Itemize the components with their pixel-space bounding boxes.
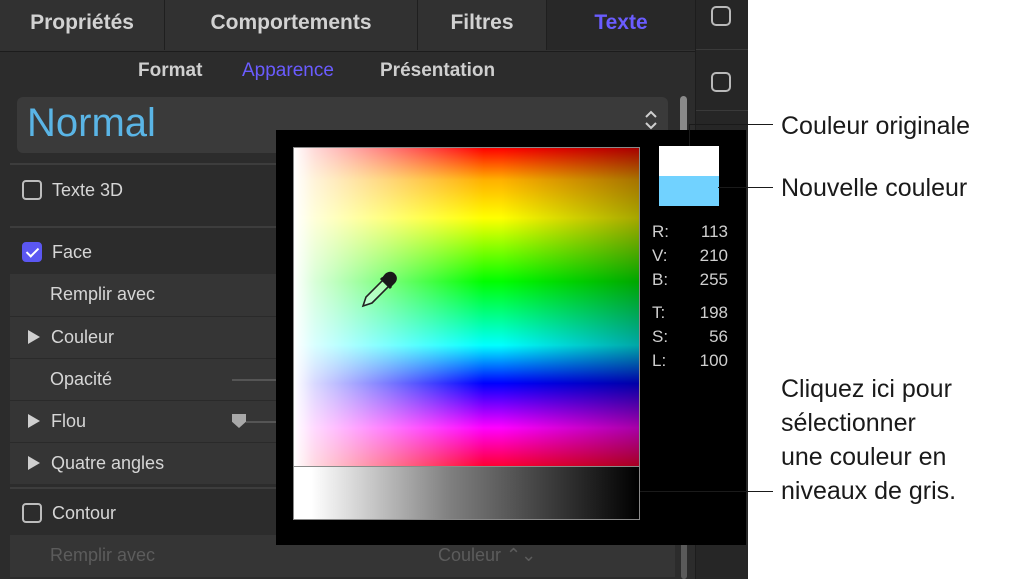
- strip-divider: [696, 49, 748, 50]
- lightness-value: 100: [699, 351, 728, 370]
- red-value-row: R: 113: [652, 222, 728, 246]
- subtab-layout[interactable]: Présentation: [380, 60, 495, 82]
- tab-text[interactable]: Texte: [547, 0, 695, 50]
- opacity-label: Opacité: [50, 369, 113, 389]
- hue-value: 198: [699, 303, 728, 322]
- callout-leader: [640, 491, 773, 492]
- outline-fill-popup[interactable]: Couleur ⌃⌄: [438, 545, 536, 566]
- color-picker-popover: R: 113 V: 210 B: 255 T: 198 S: 56 L: 100: [276, 130, 746, 545]
- callout-grayscale-line: niveaux de gris.: [781, 477, 957, 505]
- layer-checkbox[interactable]: [711, 6, 731, 26]
- text3d-checkbox[interactable]: [22, 180, 42, 200]
- blue-value: 255: [699, 270, 728, 289]
- red-key: R:: [652, 222, 669, 241]
- red-value: 113: [700, 222, 728, 241]
- tab-properties[interactable]: Propriétés: [0, 0, 165, 50]
- saturation-key: S:: [652, 327, 669, 346]
- callout-new-color: Nouvelle couleur: [781, 174, 968, 202]
- callout-leader: [718, 187, 773, 188]
- face-checkbox[interactable]: [22, 242, 42, 262]
- blue-value-row: B: 255: [652, 270, 728, 294]
- hue-key: T:: [652, 303, 666, 322]
- original-color-swatch[interactable]: [659, 146, 719, 176]
- face-label: Face: [52, 242, 93, 262]
- callout-grayscale: Cliquez ici pour sélectionner une couleu…: [781, 372, 956, 508]
- callout-grayscale-line: sélectionner: [781, 409, 916, 437]
- callout-original-color: Couleur originale: [781, 112, 971, 140]
- green-value-row: V: 210: [652, 246, 728, 270]
- outline-fill-label: Remplir avec: [50, 545, 156, 565]
- tab-behaviors[interactable]: Comportements: [165, 0, 418, 50]
- subtab-format[interactable]: Format: [138, 60, 202, 82]
- color-label: Couleur: [51, 327, 115, 347]
- callout-leader: [689, 124, 773, 125]
- saturation-value: 56: [709, 327, 728, 346]
- layer-checkbox[interactable]: [711, 72, 731, 92]
- disclosure-triangle-icon[interactable]: [28, 456, 40, 470]
- fill-with-label: Remplir avec: [50, 284, 156, 304]
- outline-label: Contour: [52, 503, 117, 523]
- text3d-label: Texte 3D: [52, 180, 124, 200]
- grayscale-ramp[interactable]: [293, 466, 640, 520]
- callout-leader: [689, 124, 690, 146]
- hsl-values: T: 198 S: 56 L: 100: [652, 303, 728, 375]
- callout-grayscale-line: Cliquez ici pour: [781, 375, 952, 403]
- lightness-key: L:: [652, 351, 667, 370]
- eyedropper-icon[interactable]: [359, 270, 399, 310]
- new-color-swatch: [659, 176, 719, 206]
- green-value: 210: [699, 246, 728, 265]
- callout-grayscale-line: une couleur en: [781, 443, 947, 471]
- subtab-appearance[interactable]: Apparence: [242, 60, 334, 82]
- preset-label: Normal: [27, 101, 156, 145]
- text-subtabs: Format Apparence Présentation: [0, 52, 695, 92]
- blur-slider-knob[interactable]: [232, 414, 246, 428]
- tab-filters[interactable]: Filtres: [418, 0, 547, 50]
- color-spectrum[interactable]: [293, 147, 640, 467]
- green-key: V:: [652, 246, 668, 265]
- blur-label: Flou: [51, 411, 87, 431]
- four-corners-label: Quatre angles: [51, 453, 165, 473]
- saturation-value-row: S: 56: [652, 327, 728, 351]
- disclosure-triangle-icon[interactable]: [28, 414, 40, 428]
- disclosure-triangle-icon[interactable]: [28, 330, 40, 344]
- strip-divider: [696, 110, 748, 111]
- rgb-values: R: 113 V: 210 B: 255: [652, 222, 728, 294]
- inspector-tab-bar: Propriétés Comportements Filtres Texte: [0, 0, 695, 52]
- hue-value-row: T: 198: [652, 303, 728, 327]
- outline-checkbox[interactable]: [22, 503, 42, 523]
- blue-key: B:: [652, 270, 669, 289]
- lightness-value-row: L: 100: [652, 351, 728, 375]
